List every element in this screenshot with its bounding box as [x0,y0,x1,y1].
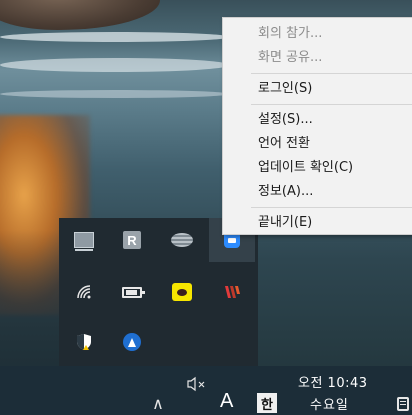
wifi-icon[interactable] [61,270,107,314]
menu-item-join-meeting[interactable]: 회의 참가... [223,22,412,46]
wave-scenery [0,58,230,72]
tray-overflow-flyout: R [59,218,258,366]
disk-icon[interactable] [159,218,205,262]
menu-separator [251,207,412,208]
menu-separator [251,73,412,74]
wifi-icon-glyph [77,285,91,299]
menu-item-share-screen[interactable]: 화면 공유... [223,46,412,70]
zoom-context-menu: 회의 참가... 화면 공유... 로그인(S) 설정(S)... 언어 전환 … [222,17,412,235]
wave-scenery [0,90,230,98]
notification-center-icon[interactable] [397,397,409,411]
volume-muted-icon[interactable] [186,374,208,394]
ime-mode-indicator[interactable]: A [220,390,233,413]
battery-icon[interactable] [109,270,155,314]
menu-item-exit[interactable]: 끝내기(E) [223,211,412,235]
volume-muted-icon-glyph [187,376,205,392]
rock-scenery [0,0,160,30]
menu-item-about[interactable]: 정보(A)... [223,180,412,204]
stripes-app-icon[interactable] [209,270,255,314]
menu-item-login[interactable]: 로그인(S) [223,77,412,101]
clock-time[interactable]: 오전 10:43 [298,372,368,391]
clock-day[interactable]: 수요일 [310,394,349,413]
wave-scenery [0,32,230,42]
stripes-app-icon-glyph [225,286,240,298]
ime-language-indicator[interactable]: 한 [257,393,277,413]
menu-item-check-updates[interactable]: 업데이트 확인(C) [223,156,412,180]
security-shield-icon-glyph [77,334,91,350]
menu-item-settings[interactable]: 설정(S)... [223,108,412,132]
menu-item-switch-language[interactable]: 언어 전환 [223,132,412,156]
navigation-icon[interactable] [109,320,155,364]
kakaotalk-icon[interactable] [159,270,205,314]
chevron-up-icon[interactable]: ∧ [148,393,168,413]
menu-separator [251,104,412,105]
monitor-icon[interactable] [61,218,107,262]
r-app-icon[interactable]: R [109,218,155,262]
security-shield-icon[interactable] [61,320,107,364]
